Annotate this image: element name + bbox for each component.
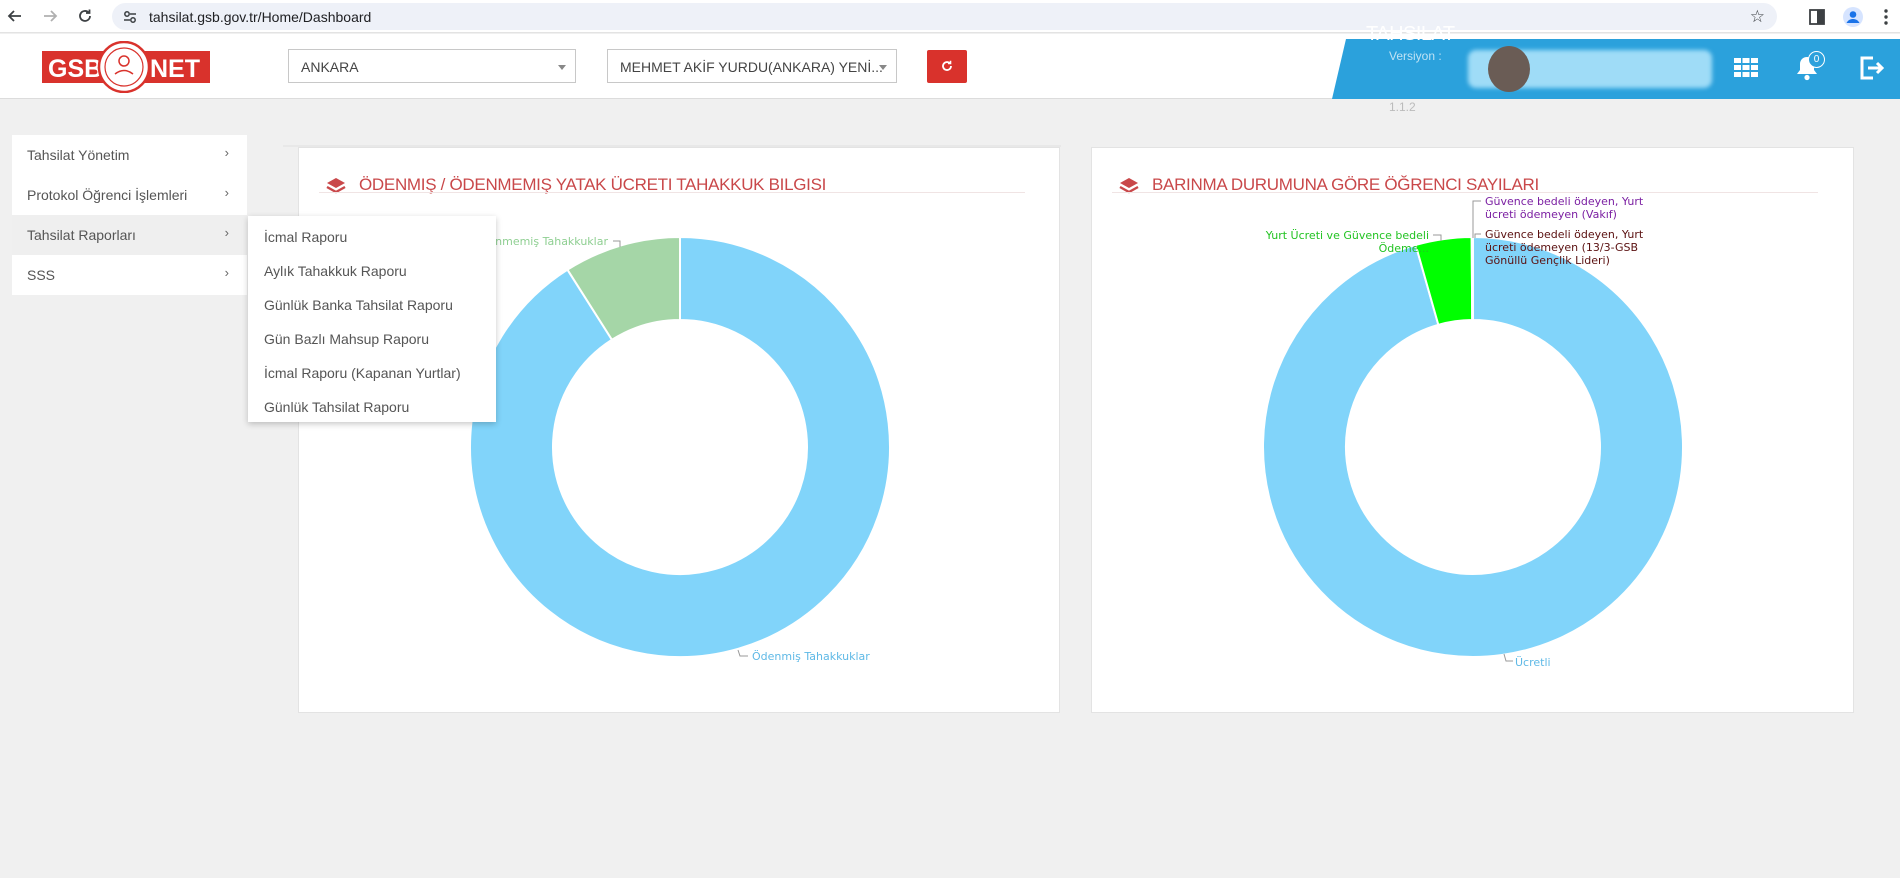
submenu-item-icmal-kapanan-yurtlar[interactable]: İcmal Raporu (Kapanan Yurtlar): [248, 356, 496, 390]
submenu-item-aylik-tahakkuk[interactable]: Aylık Tahakkuk Raporu: [248, 254, 496, 288]
chart1-label-3: Güvence bedeli ödeyen, Yurt ücreti ödemey…: [1485, 228, 1644, 267]
submenu-item-gunluk-tahsilat[interactable]: Günlük Tahsilat Raporu: [248, 390, 496, 424]
submenu-item-gunluk-banka-tahsilat[interactable]: Günlük Banka Tahsilat Raporu: [248, 288, 496, 322]
charts-layer: Ödenmiş Tahakkuklar ...nmemiş Tahakkuklar…: [469, 195, 1684, 669]
chart1-label-1: Yurt Ücreti ve Güvence bedeli Ödeme...: [1265, 229, 1429, 255]
chart1-label-0: Ücretli: [1515, 656, 1551, 669]
chart0-label-0: Ödenmiş Tahakkuklar: [752, 650, 870, 663]
chart0-label-1: ...nmemiş Tahakkuklar: [485, 235, 609, 248]
submenu-item-gun-bazli-mahsup[interactable]: Gün Bazlı Mahsup Raporu: [248, 322, 496, 356]
submenu-item-icmal-raporu[interactable]: İcmal Raporu: [248, 220, 496, 254]
reports-submenu: İcmal Raporu Aylık Tahakkuk Raporu Günlü…: [248, 216, 496, 422]
chart0-leader-0: [737, 649, 748, 657]
chart1-label-2: Güvence bedeli ödeyen, Yurt ücreti ödemey…: [1485, 195, 1644, 221]
chart1-leader-2: [1472, 200, 1481, 238]
chart1-slice-3[interactable]: [1471, 235, 1474, 322]
